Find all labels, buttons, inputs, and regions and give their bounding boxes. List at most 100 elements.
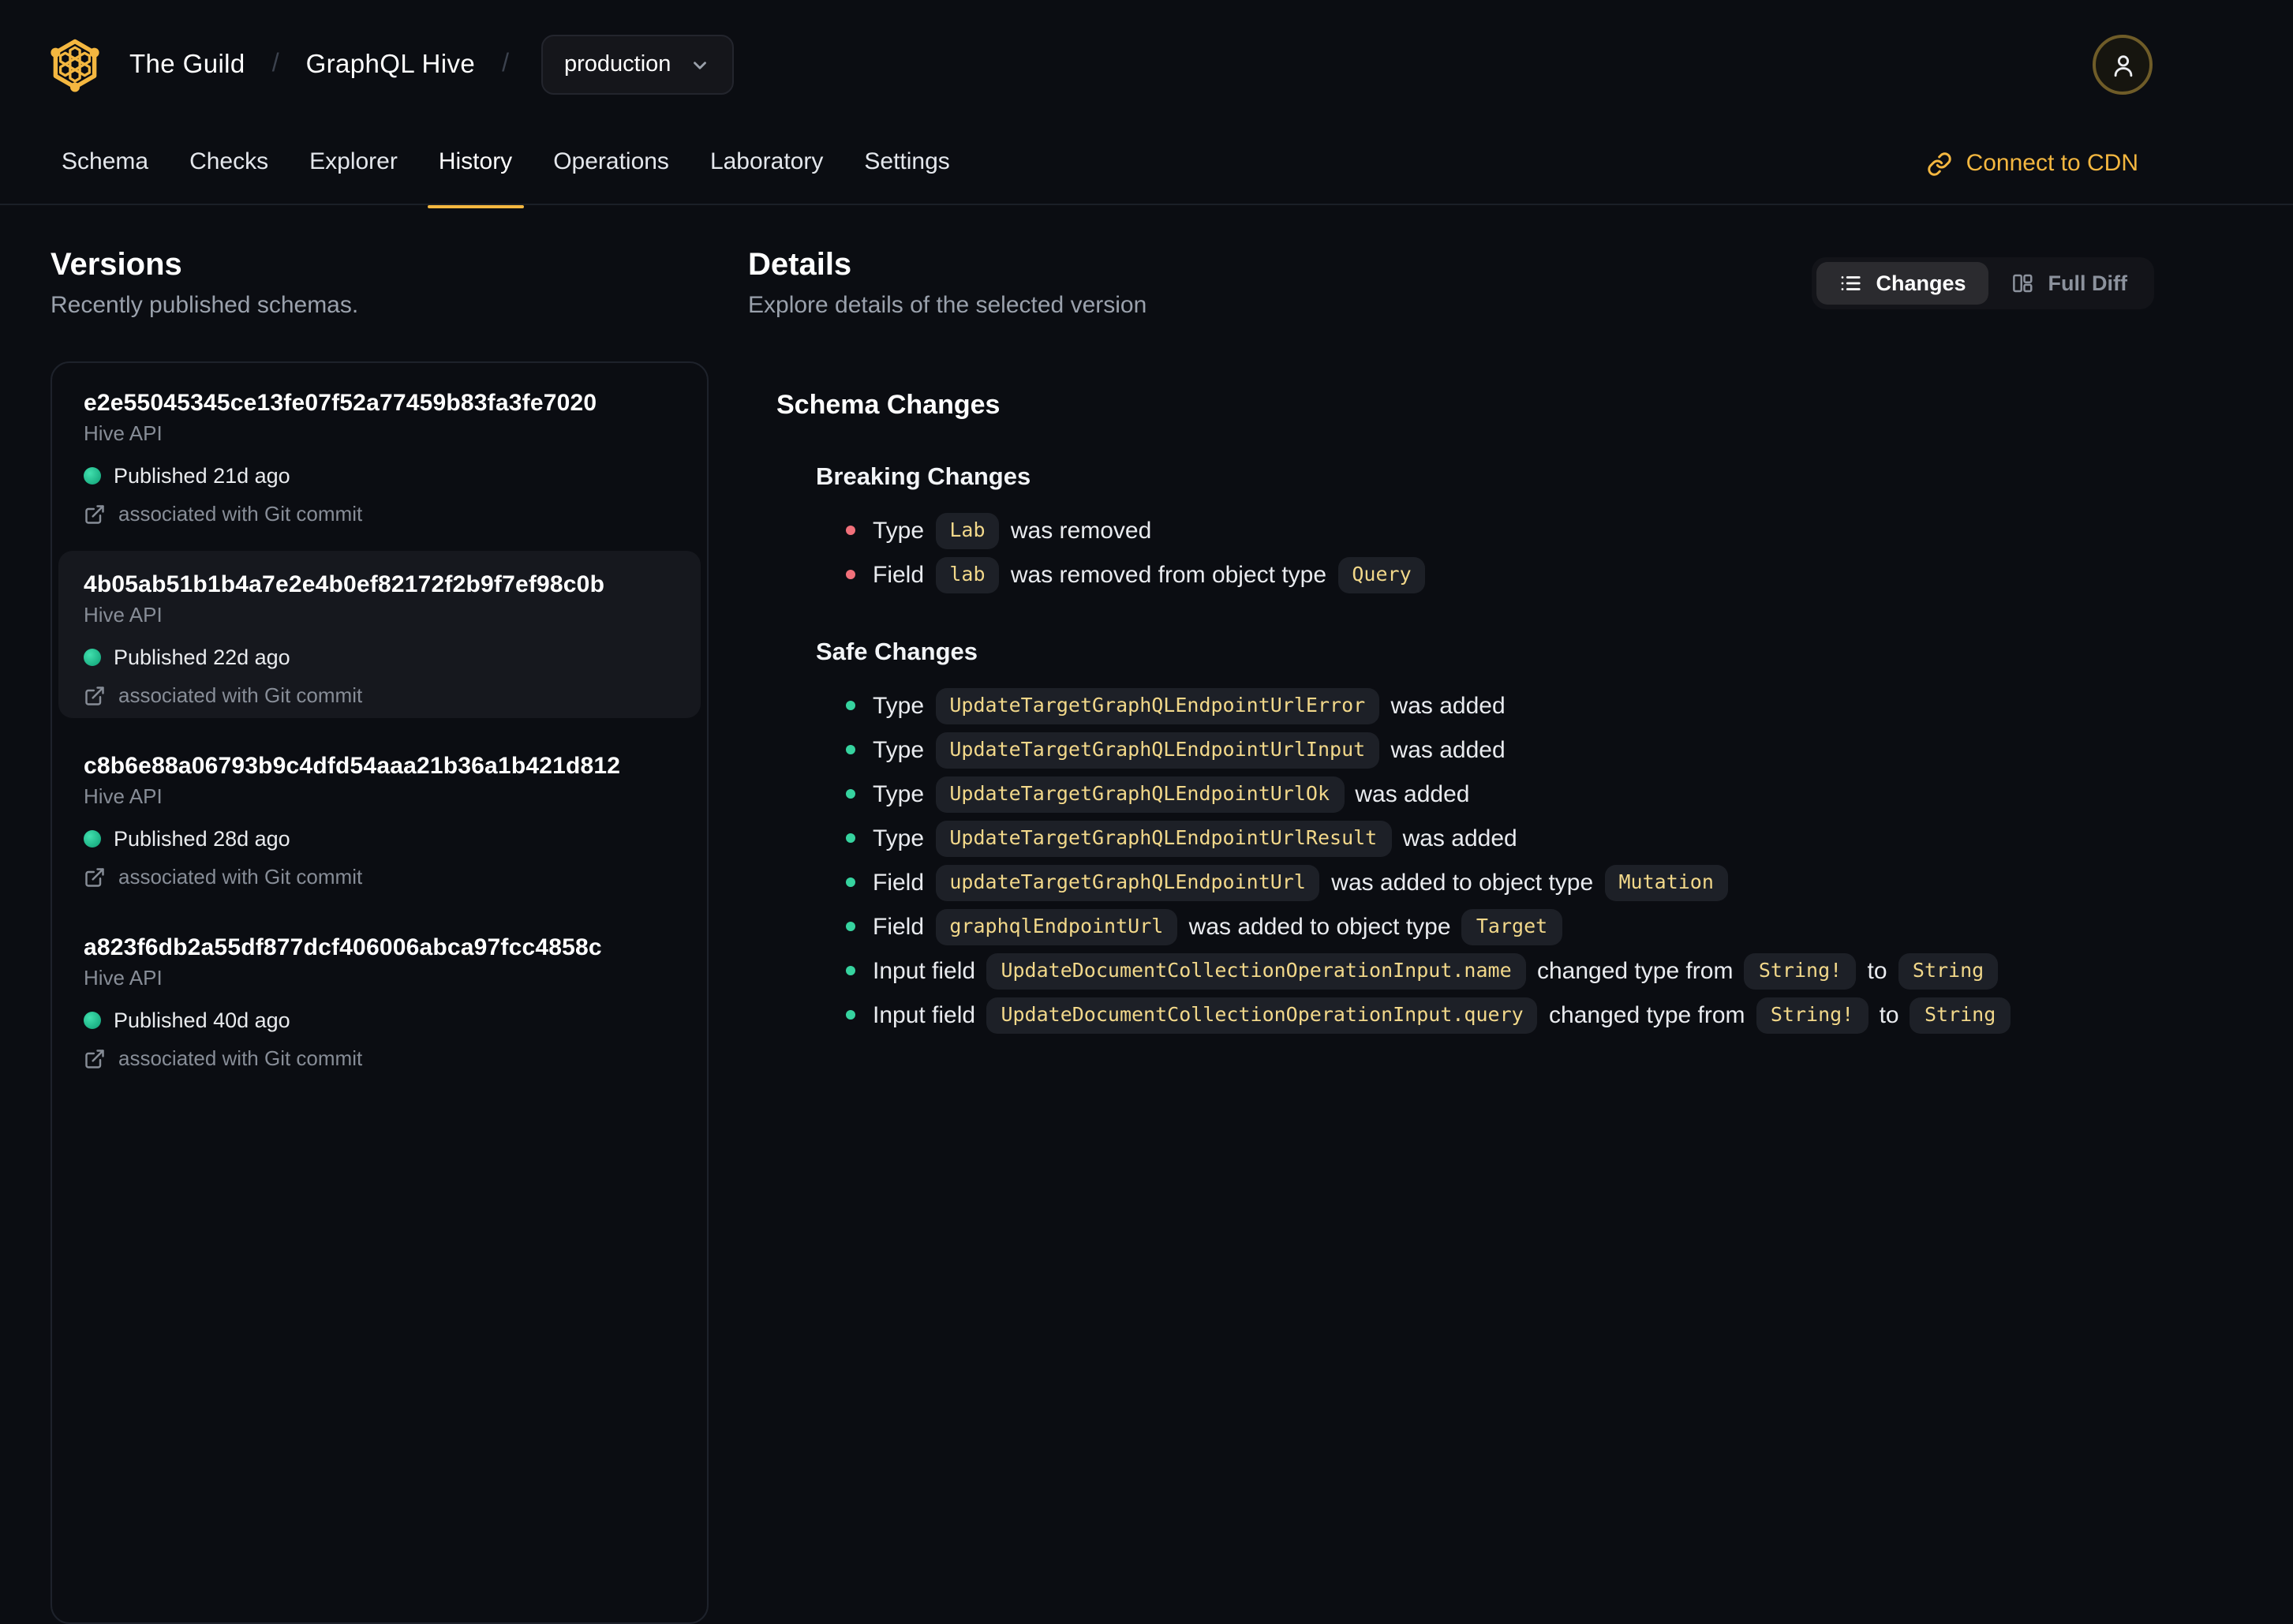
version-status: Published 28d ago	[84, 825, 675, 852]
bullet-icon	[846, 526, 855, 535]
top-bar: The Guild / GraphQL Hive / production	[0, 0, 2293, 96]
code-chip: UpdateTargetGraphQLEndpointUrlOk	[935, 776, 1345, 812]
code-chip: String	[1898, 952, 1999, 989]
version-card[interactable]: c8b6e88a06793b9c4dfd54aaa21b36a1b421d812…	[58, 732, 701, 900]
tab-checks[interactable]: Checks	[169, 136, 289, 208]
version-service: Hive API	[84, 966, 163, 990]
change-text: Input field UpdateDocumentCollectionOper…	[873, 952, 2003, 989]
published-dot-icon	[84, 467, 101, 485]
change-group-heading: Breaking Changes	[816, 464, 1031, 491]
tab-operations[interactable]: Operations	[533, 136, 690, 208]
versions-panel: Versions Recently published schemas. e2e…	[50, 205, 709, 1624]
version-card[interactable]: e2e55045345ce13fe07f52a77459b83fa3fe7020…	[58, 369, 701, 537]
change-text: Type UpdateTargetGraphQLEndpointUrlInput…	[873, 732, 1506, 768]
change-text-fragment: was added	[1348, 780, 1470, 807]
target-select[interactable]: production	[541, 35, 735, 95]
change-text-fragment: was added	[1384, 692, 1506, 719]
version-hash: e2e55045345ce13fe07f52a77459b83fa3fe7020	[84, 390, 597, 417]
hive-logo-icon[interactable]	[47, 35, 103, 95]
breadcrumb-separator: /	[271, 51, 279, 77]
change-text-fragment: was added	[1384, 736, 1506, 763]
change-text: Type UpdateTargetGraphQLEndpointUrlResul…	[873, 820, 1517, 856]
change-list: Type UpdateTargetGraphQLEndpointUrlError…	[816, 683, 2154, 1037]
code-chip: UpdateDocumentCollectionOperationInput.n…	[986, 952, 1526, 989]
bullet-icon	[846, 745, 855, 754]
link-icon	[1927, 152, 1951, 175]
chevron-down-icon	[694, 61, 707, 69]
change-list: Type Lab was removed Field lab was remove…	[816, 508, 2154, 597]
full-diff-toggle-button[interactable]: Full Diff	[1988, 262, 2150, 305]
version-card[interactable]: a823f6db2a55df877dcf406006abca97fcc4858c…	[58, 914, 701, 1081]
tab-history[interactable]: History	[418, 136, 533, 208]
change-group-breaking: Breaking Changes Type Lab was removed Fiel…	[816, 462, 2154, 597]
version-service: Hive API	[84, 421, 163, 445]
tab-schema[interactable]: Schema	[41, 136, 169, 208]
breadcrumb-separator: /	[502, 51, 509, 77]
change-text-fragment: Type	[873, 825, 931, 851]
change-item: Input field UpdateDocumentCollectionOper…	[846, 949, 2154, 993]
version-published-label: Published 28d ago	[114, 827, 290, 851]
version-git-label: associated with Git commit	[118, 865, 363, 889]
app-window: The Guild / GraphQL Hive / production Sc…	[0, 0, 2293, 1624]
details-title: Details	[748, 248, 852, 283]
external-link-icon	[85, 504, 104, 523]
code-chip: UpdateTargetGraphQLEndpointUrlResult	[935, 820, 1392, 856]
bullet-icon	[846, 789, 855, 799]
change-text: Type Lab was removed	[873, 512, 1151, 548]
details-panel: Details Explore details of the selected …	[709, 205, 2154, 1624]
changes-toggle-button[interactable]: Changes	[1816, 262, 1988, 305]
version-git-commit-link[interactable]: associated with Git commit	[84, 682, 675, 709]
breadcrumb-org[interactable]: The Guild	[129, 50, 245, 80]
breadcrumb-project[interactable]: GraphQL Hive	[306, 50, 476, 80]
versions-title: Versions	[50, 248, 182, 283]
published-dot-icon	[84, 830, 101, 848]
version-list: e2e55045345ce13fe07f52a77459b83fa3fe7020…	[50, 361, 709, 1624]
version-status: Published 21d ago	[84, 462, 675, 489]
published-dot-icon	[84, 649, 101, 666]
change-text-fragment: Type	[873, 736, 931, 763]
change-text: Type UpdateTargetGraphQLEndpointUrlOk wa…	[873, 776, 1470, 812]
change-text-fragment: was removed	[1004, 517, 1152, 544]
version-card[interactable]: 4b05ab51b1b4a7e2e4b0ef82172f2b9f7ef98c0b…	[58, 551, 701, 718]
version-git-commit-link[interactable]: associated with Git commit	[84, 500, 675, 527]
version-service: Hive API	[84, 603, 163, 627]
change-item: Type Lab was removed	[846, 508, 2154, 552]
version-hash: c8b6e88a06793b9c4dfd54aaa21b36a1b421d812	[84, 753, 621, 780]
target-select-value: production	[564, 52, 671, 77]
user-avatar[interactable]	[2093, 35, 2153, 95]
tab-bar: Schema Checks Explorer History Operations Lab…	[0, 136, 2293, 208]
tab-list: Schema Checks Explorer History Operations Lab…	[41, 136, 971, 208]
details-heading-block: Details Explore details of the selected …	[748, 205, 1146, 320]
version-published-label: Published 22d ago	[114, 645, 290, 669]
version-published-label: Published 21d ago	[114, 464, 290, 488]
bullet-icon	[846, 570, 855, 579]
external-link-icon	[85, 686, 104, 705]
version-git-commit-link[interactable]: associated with Git commit	[84, 863, 675, 890]
code-chip: Lab	[935, 512, 1000, 548]
full-diff-toggle-label: Full Diff	[2048, 271, 2128, 295]
versions-subtitle: Recently published schemas.	[50, 292, 359, 319]
tab-settings[interactable]: Settings	[844, 136, 970, 208]
tab-explorer[interactable]: Explorer	[289, 136, 418, 208]
schema-changes-section: Schema Changes Breaking Changes Type Lab …	[776, 390, 2154, 1037]
code-chip: String!	[1756, 997, 1868, 1033]
code-chip: UpdateDocumentCollectionOperationInput.q…	[986, 997, 1538, 1033]
code-chip: String!	[1744, 952, 1857, 989]
version-hash: a823f6db2a55df877dcf406006abca97fcc4858c	[84, 934, 602, 961]
list-icon	[1841, 276, 1861, 290]
bullet-icon	[846, 922, 855, 931]
connect-to-cdn-button[interactable]: Connect to CDN	[1927, 136, 2138, 177]
change-item: Type UpdateTargetGraphQLEndpointUrlOk wa…	[846, 772, 2154, 816]
changes-toggle-label: Changes	[1876, 271, 1966, 295]
external-link-icon	[85, 867, 104, 886]
change-groups: Breaking Changes Type Lab was removed Fiel…	[776, 462, 2154, 1037]
code-chip: Mutation	[1604, 864, 1728, 900]
change-text-fragment: changed type from	[1530, 957, 1740, 984]
version-git-commit-link[interactable]: associated with Git commit	[84, 1045, 675, 1072]
bullet-icon	[846, 966, 855, 975]
code-chip: UpdateTargetGraphQLEndpointUrlError	[935, 687, 1380, 724]
change-text-fragment: Field	[873, 561, 931, 588]
bullet-icon	[846, 1010, 855, 1020]
tab-laboratory[interactable]: Laboratory	[690, 136, 844, 208]
code-chip: Target	[1461, 908, 1562, 945]
